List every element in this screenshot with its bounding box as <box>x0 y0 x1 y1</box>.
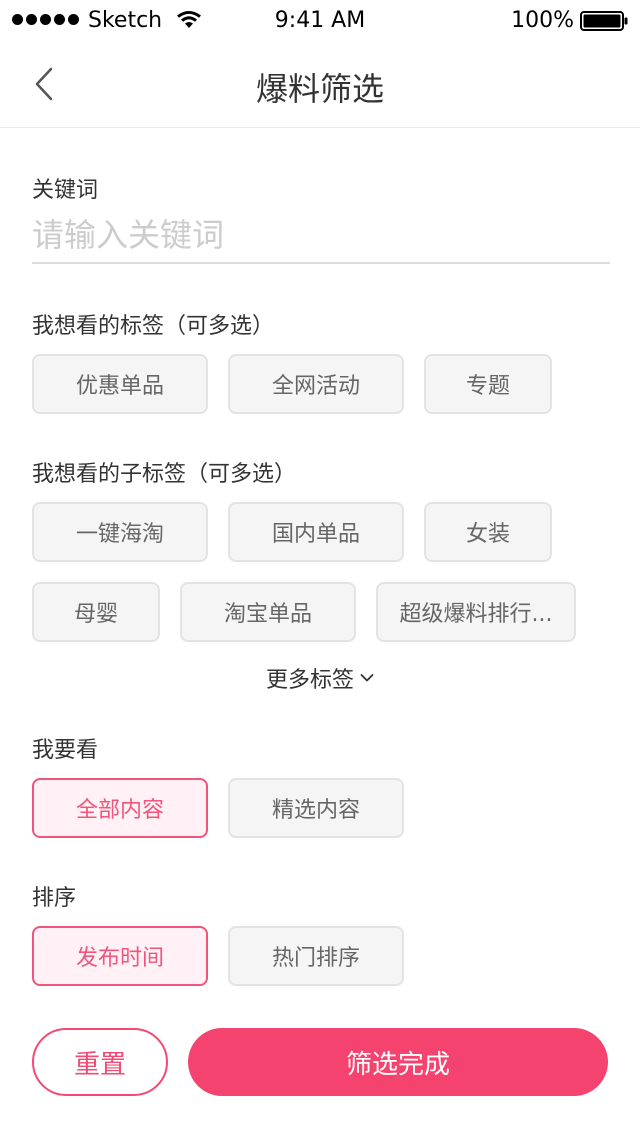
sort-label: 排序 <box>32 886 77 911</box>
tag-chip[interactable]: 优惠单品 <box>32 354 208 414</box>
view-option-all[interactable]: 全部内容 <box>32 778 208 838</box>
sub-tag-chip[interactable]: 超级爆料排行... <box>376 582 576 642</box>
sub-tag-chip[interactable]: 淘宝单品 <box>180 582 356 642</box>
more-tags-label: 更多标签 <box>265 668 354 693</box>
keyword-input[interactable] <box>32 214 610 264</box>
battery-percentage: 100% <box>511 8 574 33</box>
keyword-label: 关键词 <box>32 178 99 203</box>
filter-done-button[interactable]: 筛选完成 <box>188 1028 608 1096</box>
filter-screen: Sketch 9:41 AM 100% 爆料筛选 关键词 我想看的标签（可多选）… <box>0 0 640 1136</box>
nav-bar: 爆料筛选 <box>0 40 640 128</box>
status-bar: Sketch 9:41 AM 100% <box>0 0 640 40</box>
sub-tag-chip[interactable]: 母婴 <box>32 582 160 642</box>
view-option-featured[interactable]: 精选内容 <box>228 778 404 838</box>
tag-chip[interactable]: 全网活动 <box>228 354 404 414</box>
sub-tag-chip[interactable]: 一键海淘 <box>32 502 208 562</box>
more-tags-toggle[interactable]: 更多标签 <box>0 662 640 694</box>
view-label: 我要看 <box>32 738 99 763</box>
sub-tag-chip[interactable]: 国内单品 <box>228 502 404 562</box>
battery-icon <box>580 11 628 31</box>
sub-tags-label: 我想看的子标签（可多选） <box>32 462 297 487</box>
page-title: 爆料筛选 <box>255 70 384 108</box>
tag-chip[interactable]: 专题 <box>424 354 552 414</box>
reset-button[interactable]: 重置 <box>32 1028 168 1096</box>
chevron-down-icon <box>360 674 374 682</box>
sort-option-publish-time[interactable]: 发布时间 <box>32 926 208 986</box>
sort-option-popular[interactable]: 热门排序 <box>228 926 404 986</box>
tags-label: 我想看的标签（可多选） <box>32 314 275 339</box>
sub-tag-chip[interactable]: 女装 <box>424 502 552 562</box>
